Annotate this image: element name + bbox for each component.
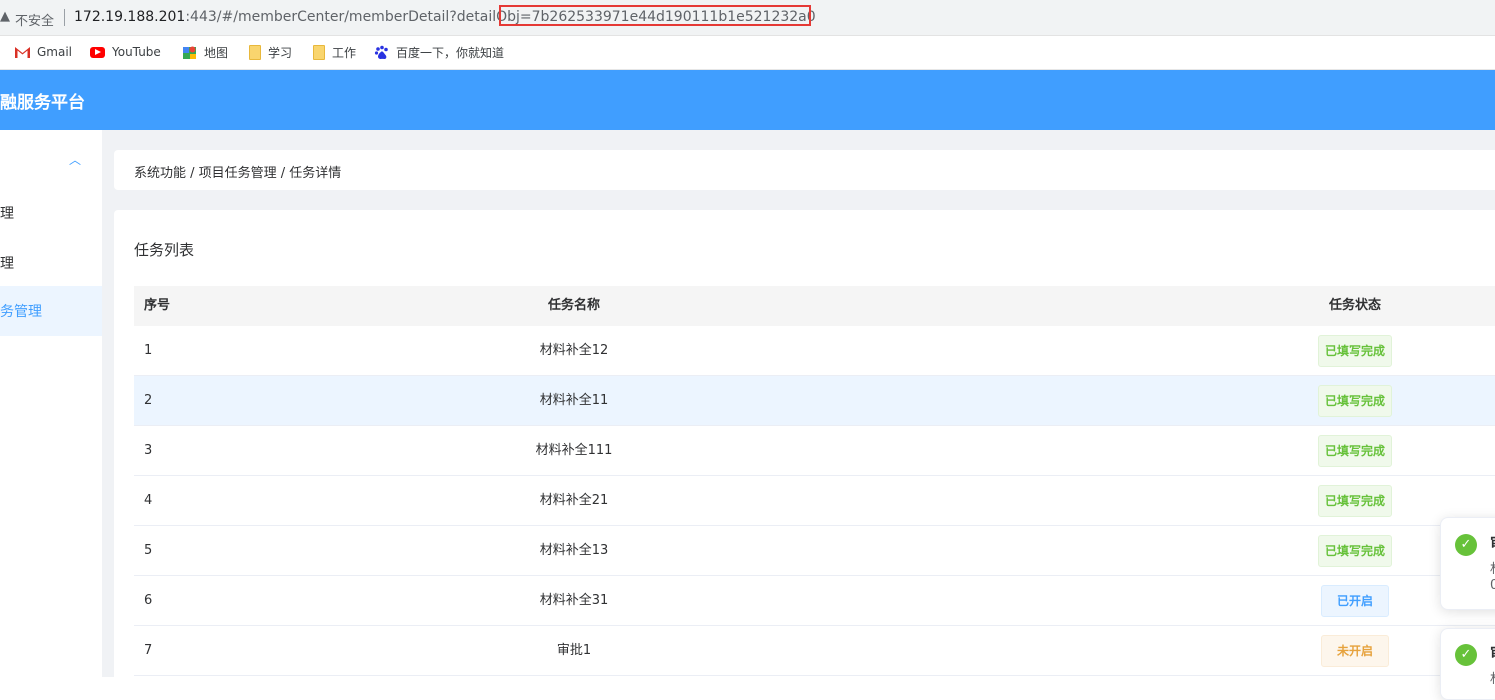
status-cell: 已开启 <box>1305 576 1405 626</box>
bookmark-youtube[interactable]: YouTube <box>90 43 161 61</box>
success-check-icon: ✓ <box>1455 534 1477 556</box>
notification-title: 审 <box>1490 532 1495 553</box>
status-cell: 未开启 <box>1305 626 1405 676</box>
task-name: 材料补全12 <box>539 343 609 358</box>
bookmark-label: 地图 <box>204 45 229 60</box>
sidebar-item-task-management[interactable]: 务管理 <box>0 286 102 336</box>
success-check-icon: ✓ <box>1455 644 1477 666</box>
table-row[interactable]: 5 材料补全13 已填写完成 <box>134 526 1495 576</box>
row-index: 2 <box>144 393 153 408</box>
task-name: 材料补全31 <box>539 593 609 608</box>
breadcrumb-card: 系统功能 / 项目任务管理 / 任务详情 <box>114 150 1495 190</box>
sidebar-item[interactable]: 理 <box>0 188 102 238</box>
column-header-index: 序号 <box>144 298 171 313</box>
status-badge: 已填写完成 <box>1317 484 1392 517</box>
bookmark-maps[interactable]: 地图 <box>182 43 228 61</box>
notification-message: 0 <box>1490 578 1495 593</box>
status-cell: 已填写完成 <box>1305 476 1405 526</box>
table-row[interactable]: 4 材料补全21 已填写完成 <box>134 476 1495 526</box>
row-index: 4 <box>144 493 153 508</box>
bookmark-baidu[interactable]: 百度一下，你就知道 <box>374 43 504 61</box>
bookmark-folder-study[interactable]: 学习 <box>249 43 292 61</box>
bookmark-label: 百度一下，你就知道 <box>396 45 505 60</box>
bookmark-label: 学习 <box>268 45 293 60</box>
task-name: 材料补全11 <box>539 393 609 408</box>
bookmark-label: Gmail <box>37 45 73 59</box>
sidebar-item-label: 理 <box>0 256 14 272</box>
sidebar-item-label: 理 <box>0 206 14 222</box>
table-row[interactable]: 1 材料补全12 已填写完成 <box>134 326 1495 376</box>
youtube-icon <box>90 46 105 58</box>
chevron-up-icon[interactable]: ︿ <box>69 151 81 168</box>
bookmark-label: YouTube <box>112 45 161 59</box>
row-index: 7 <box>144 643 153 658</box>
status-badge: 已填写完成 <box>1317 534 1392 567</box>
maps-icon <box>182 45 197 60</box>
bookmarks-bar: Gmail YouTube 地图 学习 工作 百度一下，你就知道 <box>0 36 1495 70</box>
breadcrumb: 系统功能 / 项目任务管理 / 任务详情 <box>134 166 342 181</box>
bookmark-folder-work[interactable]: 工作 <box>313 43 356 61</box>
url-highlight-box <box>499 5 811 26</box>
app-header: 融服务平台 <box>0 70 1495 130</box>
status-badge: 已填写完成 <box>1317 384 1392 417</box>
status-badge: 未开启 <box>1321 634 1389 667</box>
task-name: 材料补全21 <box>539 493 609 508</box>
row-index: 6 <box>144 593 153 608</box>
status-cell: 已填写完成 <box>1305 326 1405 376</box>
status-cell: 已填写完成 <box>1305 426 1405 476</box>
insecure-label[interactable]: 不安全 <box>15 10 54 29</box>
table-row[interactable]: 7 审批1 未开启 <box>134 626 1495 676</box>
notification-message: 材 <box>1490 558 1495 577</box>
row-index: 1 <box>144 343 153 358</box>
warning-icon[interactable]: ▲ <box>0 9 10 24</box>
bookmark-label: 工作 <box>332 45 357 60</box>
table-row[interactable]: 2 材料补全11 已填写完成 <box>134 376 1495 426</box>
task-list-card: 任务列表 序号 任务名称 任务状态 1 材料补全12 已填写完成 2 材料补全1… <box>114 210 1495 677</box>
task-name: 材料补全111 <box>535 443 613 458</box>
baidu-icon <box>374 45 389 60</box>
row-index: 5 <box>144 543 153 558</box>
table-row[interactable]: 3 材料补全111 已填写完成 <box>134 426 1495 476</box>
column-header-status: 任务状态 <box>1328 298 1381 313</box>
address-separator <box>64 9 65 26</box>
notification-toast[interactable]: ✓ 审 材 <box>1440 628 1495 700</box>
gmail-icon <box>15 46 30 58</box>
section-title: 任务列表 <box>134 241 195 259</box>
address-bar[interactable]: ▲ 不安全 172.19.188.201:443/#/memberCenter/… <box>0 0 1495 36</box>
sidebar-item[interactable]: 理 <box>0 238 102 288</box>
column-header-name: 任务名称 <box>547 298 600 313</box>
notification-message: 材 <box>1490 668 1495 687</box>
bookmark-gmail[interactable]: Gmail <box>15 43 72 61</box>
folder-icon <box>249 44 261 60</box>
status-cell: 已填写完成 <box>1305 376 1405 426</box>
notification-toast[interactable]: ✓ 审 材 0 <box>1440 517 1495 610</box>
url-host: 172.19.188.201 <box>74 9 186 25</box>
row-index: 3 <box>144 443 153 458</box>
sidebar: ︿ 理 理 务管理 <box>0 130 102 677</box>
table-header: 序号 任务名称 任务状态 <box>134 286 1495 326</box>
status-badge: 已开启 <box>1321 584 1389 617</box>
table-row[interactable]: 6 材料补全31 已开启 <box>134 576 1495 626</box>
task-name: 材料补全13 <box>539 543 609 558</box>
notification-title: 审 <box>1490 642 1495 663</box>
task-name: 审批1 <box>556 643 592 658</box>
app-title: 融服务平台 <box>0 93 85 113</box>
folder-icon <box>313 44 325 60</box>
task-table: 序号 任务名称 任务状态 1 材料补全12 已填写完成 2 材料补全11 已填写… <box>134 286 1495 676</box>
sidebar-item-label: 务管理 <box>0 304 42 320</box>
status-badge: 已填写完成 <box>1317 334 1392 367</box>
status-cell: 已填写完成 <box>1305 526 1405 576</box>
status-badge: 已填写完成 <box>1317 434 1392 467</box>
